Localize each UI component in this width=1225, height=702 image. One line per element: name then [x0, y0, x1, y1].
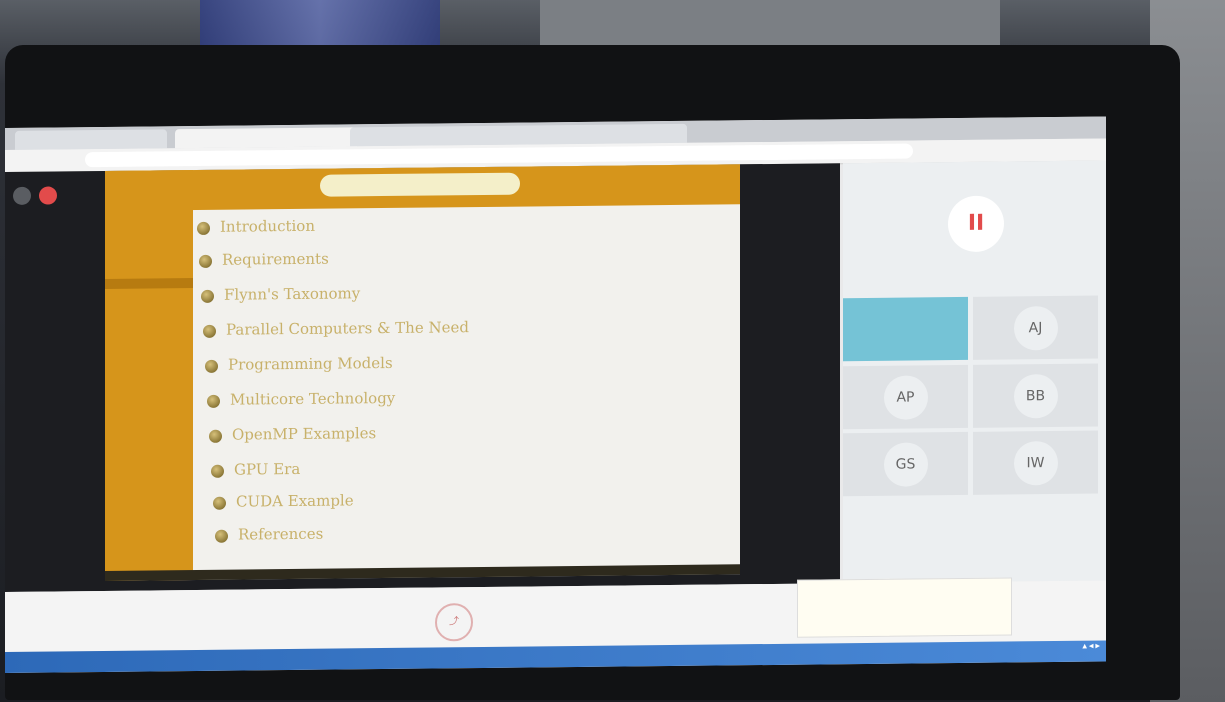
participant-avatar: AJ: [1013, 305, 1058, 350]
sidebar-item: [113, 460, 189, 461]
toc-item: GPU Era: [211, 460, 300, 479]
sidebar-item: [113, 436, 189, 437]
toc-item: Programming Models: [205, 354, 393, 374]
slide-header: [105, 164, 740, 211]
toc-label: GPU Era: [234, 459, 301, 479]
participant-tile-active[interactable]: [843, 296, 968, 362]
toc-label: Introduction: [220, 216, 315, 236]
pause-icon[interactable]: II: [948, 195, 1004, 253]
laptop-screen: Introduction Requirements Flynn's Taxono…: [5, 116, 1106, 674]
sidebar-item: [113, 350, 189, 351]
update-notification[interactable]: [797, 577, 1012, 638]
slide-footer: [105, 564, 740, 581]
participant-avatar: GS: [883, 441, 928, 487]
bullet-icon: [215, 529, 228, 543]
sidebar-subtitle: [111, 218, 187, 219]
participant-tile[interactable]: AJ: [973, 295, 1098, 360]
present-icon[interactable]: ⤴: [435, 603, 473, 642]
bullet-icon: [205, 359, 218, 373]
toc-item: Parallel Computers & The Need: [203, 318, 469, 339]
record-icon[interactable]: [39, 186, 57, 205]
meet-participants-panel: II AJ AP BB GS IW: [843, 160, 1106, 584]
bullet-icon: [201, 289, 214, 303]
participant-tile[interactable]: GS: [843, 431, 968, 497]
toc-item: References: [215, 525, 323, 544]
presenting-banner[interactable]: [320, 172, 520, 197]
sidebar-section: [105, 278, 193, 289]
bullet-icon: [211, 464, 224, 478]
presentation-slide: Introduction Requirements Flynn's Taxono…: [105, 164, 740, 581]
sidebar-item: [113, 382, 189, 383]
participant-avatar: BB: [1013, 373, 1058, 418]
toc-label: Flynn's Taxonomy: [224, 284, 361, 304]
toc-item: Flynn's Taxonomy: [201, 284, 360, 304]
browser-tab[interactable]: [350, 125, 522, 147]
system-tray[interactable]: ▲ ◀ ▶: [1082, 643, 1100, 650]
sidebar-item: [113, 294, 189, 295]
toc-label: CUDA Example: [236, 491, 354, 511]
participant-avatar: AP: [883, 374, 928, 420]
participant-tile[interactable]: BB: [973, 363, 1098, 428]
bullet-icon: [207, 394, 220, 408]
browser-tab[interactable]: [15, 129, 167, 150]
bullet-icon: [203, 324, 216, 338]
participant-tile[interactable]: IW: [973, 430, 1098, 495]
sidebar-title: [111, 182, 187, 183]
toc-item: OpenMP Examples: [209, 424, 376, 444]
toc-item: Introduction: [197, 217, 315, 236]
browser-tab-active[interactable]: [175, 127, 357, 149]
bullet-icon: [213, 496, 226, 510]
meet-control-icon[interactable]: [13, 186, 31, 205]
bullet-icon: [199, 254, 212, 268]
toc-label: Parallel Computers & The Need: [226, 318, 469, 339]
sidebar-item: [113, 482, 189, 483]
back-wall: [540, 0, 1000, 50]
toc-label: References: [238, 524, 324, 544]
toc-item: Requirements: [199, 250, 329, 269]
bullet-icon: [197, 221, 210, 235]
participant-avatar: IW: [1013, 440, 1058, 485]
toc-label: OpenMP Examples: [232, 424, 377, 444]
toc-label: Multicore Technology: [230, 388, 396, 409]
browser-tab[interactable]: [515, 123, 687, 145]
toc-item: Multicore Technology: [207, 389, 395, 409]
toc-label: Programming Models: [228, 353, 393, 374]
participant-tile[interactable]: AP: [843, 364, 968, 430]
sidebar-item: [113, 310, 189, 311]
ceiling-light: [200, 0, 440, 50]
sidebar-item: [113, 506, 189, 507]
meet-stage: Introduction Requirements Flynn's Taxono…: [5, 163, 840, 592]
bullet-icon: [209, 429, 222, 443]
sidebar-item: [113, 326, 189, 327]
participant-avatar: [884, 307, 928, 351]
sidebar-item: [113, 410, 189, 411]
slide-sidebar: [105, 170, 193, 581]
toc-label: Requirements: [222, 249, 329, 269]
toc-item: CUDA Example: [213, 491, 354, 511]
